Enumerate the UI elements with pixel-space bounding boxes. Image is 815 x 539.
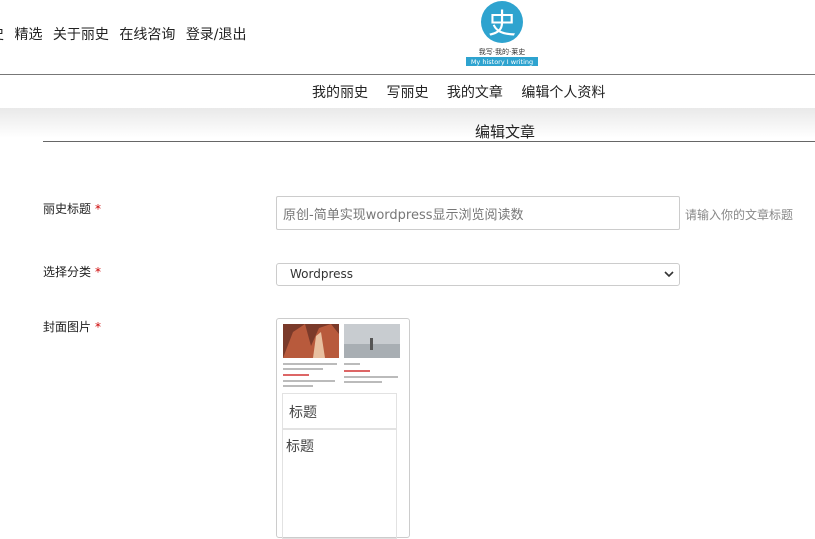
thumb-caption-line (283, 363, 337, 365)
thumb-caption-line (344, 363, 360, 365)
page-title: 编辑文章 (475, 123, 536, 141)
sub-nav-write[interactable]: 写丽史 (386, 85, 428, 101)
title-input[interactable] (276, 196, 680, 230)
thumb-caption-line (283, 368, 323, 370)
thumb-caption-line (344, 376, 398, 378)
top-nav-item-featured[interactable]: 精选 (14, 27, 42, 43)
sub-nav-my-articles[interactable]: 我的文章 (447, 85, 503, 101)
sub-nav-my-history[interactable]: 我的丽史 (312, 85, 368, 101)
title-label-text: 丽史标题 (43, 202, 92, 216)
cover-thumbnail-figure (344, 324, 400, 358)
cover-label: 封面图片 * (43, 318, 101, 335)
cover-title-field-2[interactable]: 标题 (282, 429, 397, 539)
top-nav-item-about[interactable]: 关于丽史 (53, 27, 109, 43)
logo-motto: 我写·我的·莱史 (479, 47, 525, 56)
required-mark: * (95, 202, 102, 216)
thumb-caption-line (283, 385, 313, 387)
logo-glyph: 史 (488, 7, 516, 40)
chevron-down-icon (664, 271, 674, 278)
category-select[interactable]: Wordpress (276, 263, 680, 286)
title-hint: 请输入你的文章标题 (685, 208, 794, 222)
top-nav-item-login[interactable]: 登录/退出 (186, 27, 247, 43)
header-divider (0, 74, 815, 75)
sub-nav: 我的丽史 写丽史 我的文章 编辑个人资料 (312, 82, 619, 102)
cover-label-text: 封面图片 (43, 320, 92, 334)
category-label: 选择分类 * (43, 263, 101, 280)
category-label-text: 选择分类 (43, 265, 92, 279)
thumb-meta-line (344, 370, 370, 372)
site-logo[interactable]: 史 我写·我的·莱史 My history I writing (466, 0, 538, 66)
logo-subtitle: My history I writing (471, 58, 533, 66)
top-nav-item-consult[interactable]: 在线咨询 (119, 27, 175, 43)
thumb-caption-line (283, 380, 335, 382)
thumb-caption-line (344, 381, 382, 383)
title-divider (43, 141, 815, 142)
title-label: 丽史标题 * (43, 200, 101, 217)
top-nav-item[interactable]: 史 (0, 27, 4, 43)
thumb-meta-line (283, 374, 309, 376)
section-shade (0, 108, 815, 138)
required-mark: * (95, 265, 102, 279)
cover-image-picker[interactable]: 标题 标题 (276, 318, 410, 539)
cover-thumbnail-canyon (283, 324, 339, 358)
sub-nav-edit-profile[interactable]: 编辑个人资料 (521, 85, 605, 101)
cover-title-field-1[interactable]: 标题 (282, 393, 397, 429)
top-nav: 史 精选 关于丽史 在线咨询 登录/退出 (0, 24, 253, 44)
category-select-value: Wordpress (290, 267, 354, 281)
required-mark: * (95, 320, 102, 334)
